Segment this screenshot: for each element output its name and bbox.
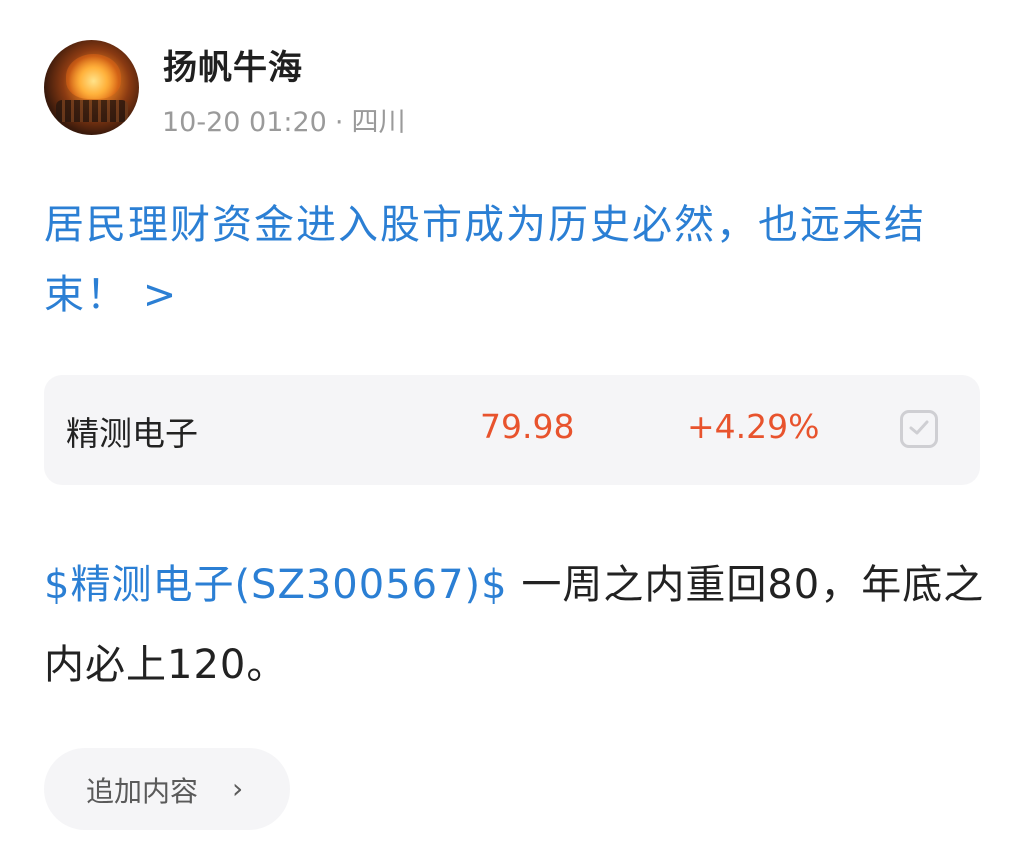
- post-body: $精测电子(SZ300567)$ 一周之内重回80，年底之内必上120。: [44, 545, 989, 705]
- stock-price: 79.98: [480, 407, 575, 446]
- stock-card[interactable]: 精测电子 79.98 +4.29%: [44, 375, 980, 485]
- avatar-grill: [56, 100, 128, 122]
- add-content-label: 追加内容: [86, 775, 199, 808]
- meta-separator: ·: [334, 107, 344, 138]
- post-location: 四川: [351, 107, 406, 138]
- stock-name: 精测电子: [66, 414, 198, 453]
- stock-change: +4.29%: [687, 407, 820, 446]
- bbq-grill-avatar-icon[interactable]: [44, 40, 139, 135]
- post-headline-link[interactable]: 居民理财资金进入股市成为历史必然，也远未结束！ >: [44, 190, 994, 330]
- stock-cashtag-link[interactable]: $精测电子(SZ300567)$: [44, 562, 508, 608]
- checkbox-icon[interactable]: [900, 410, 938, 448]
- chevron-right-icon: ›: [232, 772, 244, 805]
- avatar-flame: [66, 54, 121, 99]
- add-content-button[interactable]: 追加内容 ›: [44, 748, 290, 830]
- post-time: 10-20 01:20: [162, 107, 327, 138]
- post-meta: 10-20 01:20 · 四川: [162, 100, 405, 139]
- author-name[interactable]: 扬帆牛海: [163, 40, 303, 89]
